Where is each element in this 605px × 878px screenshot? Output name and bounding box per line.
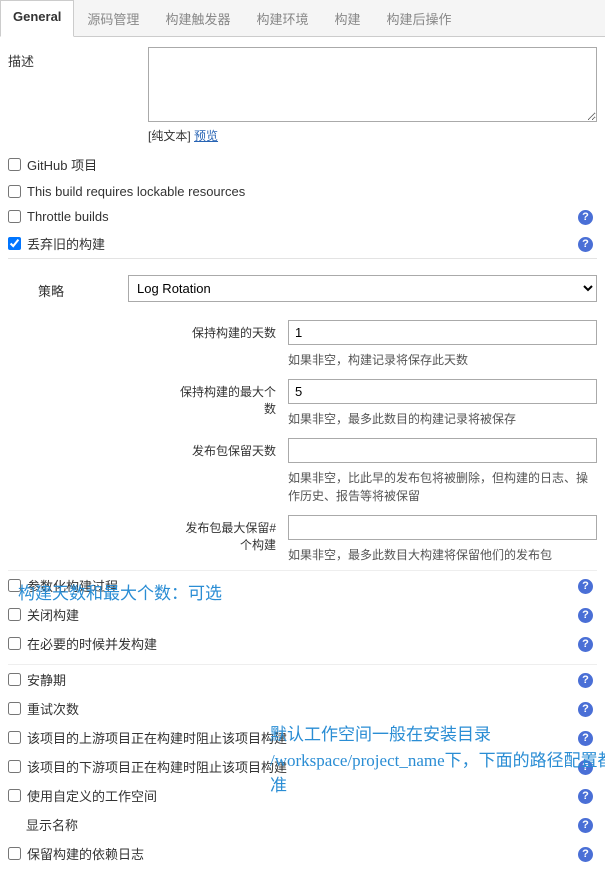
tab-triggers[interactable]: 构建触发器 xyxy=(152,0,243,36)
artifact-max-input[interactable] xyxy=(288,515,597,540)
artifact-days-input[interactable] xyxy=(288,438,597,463)
downstream-block-label: 该项目的下游项目正在构建时阻止该项目构建 xyxy=(27,757,287,776)
retry-row: 重试次数 ? xyxy=(8,694,597,723)
days-to-keep-desc: 如果非空，构建记录将保存此天数 xyxy=(288,351,597,369)
days-to-keep-label: 保持构建的天数 xyxy=(178,320,288,341)
retry-label: 重试次数 xyxy=(27,699,79,718)
help-icon[interactable]: ? xyxy=(578,210,593,225)
throttle-label: Throttle builds xyxy=(27,209,109,224)
annotation-ws-line2: /workspace/project_name下，下面的路径配置都相对此目录为准 xyxy=(270,751,605,796)
help-icon[interactable]: ? xyxy=(578,673,593,688)
display-name-row: 显示名称 ? xyxy=(8,810,597,839)
max-to-keep-input[interactable] xyxy=(288,379,597,404)
tab-content: 描述 [纯文本] 预览 GitHub 项目 This build require… xyxy=(0,37,605,878)
custom-ws-checkbox[interactable] xyxy=(8,789,21,802)
artifact-days-row: 发布包保留天数 如果非空，比此早的发布包将被删除，但构建的日志、操作历史、报告等… xyxy=(178,438,597,505)
max-to-keep-row: 保持构建的最大个数 如果非空，最多此数目的构建记录将被保存 xyxy=(178,379,597,428)
discard-label: 丢弃旧的构建 xyxy=(27,234,105,253)
keep-deps-checkbox[interactable] xyxy=(8,847,21,860)
keep-deps-row: 保留构建的依赖日志 ? xyxy=(8,839,597,868)
artifact-max-desc: 如果非空，最多此数目大构建将保留他们的发布包 xyxy=(288,546,597,564)
hint-prefix: [纯文本] xyxy=(148,129,191,143)
retry-checkbox[interactable] xyxy=(8,702,21,715)
artifact-days-label: 发布包保留天数 xyxy=(178,438,288,459)
help-icon[interactable]: ? xyxy=(578,608,593,623)
discard-row: 丢弃旧的构建 ? xyxy=(8,229,597,258)
lockable-label: This build requires lockable resources xyxy=(27,184,245,199)
help-icon[interactable]: ? xyxy=(578,818,593,833)
help-icon[interactable]: ? xyxy=(578,702,593,717)
quiet-row: 安静期 ? xyxy=(8,665,597,694)
max-to-keep-label: 保持构建的最大个数 xyxy=(178,379,288,417)
concurrent-row: 在必要的时候并发构建 ? xyxy=(8,629,597,658)
max-to-keep-desc: 如果非空，最多此数目的构建记录将被保存 xyxy=(288,410,597,428)
days-to-keep-row: 保持构建的天数 如果非空，构建记录将保存此天数 xyxy=(178,320,597,369)
description-row: 描述 [纯文本] 预览 xyxy=(8,47,597,144)
concurrent-checkbox[interactable] xyxy=(8,637,21,650)
description-label: 描述 xyxy=(8,47,148,70)
custom-ws-label: 使用自定义的工作空间 xyxy=(27,786,157,805)
downstream-block-checkbox[interactable] xyxy=(8,760,21,773)
tab-env[interactable]: 构建环境 xyxy=(243,0,321,36)
help-icon[interactable]: ? xyxy=(578,637,593,652)
annotation-workspace: 默认工作空间一般在安装目录 /workspace/project_name下，下… xyxy=(270,722,605,799)
disable-label: 关闭构建 xyxy=(27,605,79,624)
description-hint: [纯文本] 预览 xyxy=(148,127,597,144)
preview-link[interactable]: 预览 xyxy=(194,129,218,143)
quiet-label: 安静期 xyxy=(27,670,66,689)
description-textarea[interactable] xyxy=(148,47,597,122)
keep-deps-label: 保留构建的依赖日志 xyxy=(27,844,144,863)
concurrent-label: 在必要的时候并发构建 xyxy=(27,634,157,653)
artifact-days-desc: 如果非空，比此早的发布包将被删除，但构建的日志、操作历史、报告等将被保留 xyxy=(288,469,597,505)
artifact-max-row: 发布包最大保留#个构建 如果非空，最多此数目大构建将保留他们的发布包 xyxy=(178,515,597,564)
artifact-max-label: 发布包最大保留#个构建 xyxy=(178,515,288,553)
github-project-checkbox[interactable] xyxy=(8,158,21,171)
upstream-block-label: 该项目的上游项目正在构建时阻止该项目构建 xyxy=(27,728,287,747)
days-to-keep-input[interactable] xyxy=(288,320,597,345)
discard-section: 策略 Log Rotation 构建天数和最大个数：可选 保持构建的天数 如果非… xyxy=(8,258,597,564)
tab-scm[interactable]: 源码管理 xyxy=(74,0,152,36)
github-project-label: GitHub 项目 xyxy=(27,155,97,174)
tab-post[interactable]: 构建后操作 xyxy=(373,0,464,36)
quiet-checkbox[interactable] xyxy=(8,673,21,686)
throttle-checkbox[interactable] xyxy=(8,210,21,223)
upstream-block-checkbox[interactable] xyxy=(8,731,21,744)
annotation-build-days: 构建天数和最大个数：可选 xyxy=(18,581,222,607)
strategy-label: 策略 xyxy=(8,277,128,300)
help-icon[interactable]: ? xyxy=(578,579,593,594)
github-project-row: GitHub 项目 xyxy=(8,150,597,179)
discard-checkbox[interactable] xyxy=(8,237,21,250)
help-icon[interactable]: ? xyxy=(578,237,593,252)
help-icon[interactable]: ? xyxy=(578,847,593,862)
tabs-bar: General 源码管理 构建触发器 构建环境 构建 构建后操作 xyxy=(0,0,605,37)
lockable-row: This build requires lockable resources xyxy=(8,179,597,204)
annotation-ws-line1: 默认工作空间一般在安装目录 xyxy=(270,725,491,744)
disable-checkbox[interactable] xyxy=(8,608,21,621)
strategy-select[interactable]: Log Rotation xyxy=(128,275,597,302)
throttle-row: Throttle builds ? xyxy=(8,204,597,229)
tab-general[interactable]: General xyxy=(0,0,74,37)
tab-build[interactable]: 构建 xyxy=(321,0,373,36)
lockable-checkbox[interactable] xyxy=(8,185,21,198)
display-name-label: 显示名称 xyxy=(26,815,78,834)
